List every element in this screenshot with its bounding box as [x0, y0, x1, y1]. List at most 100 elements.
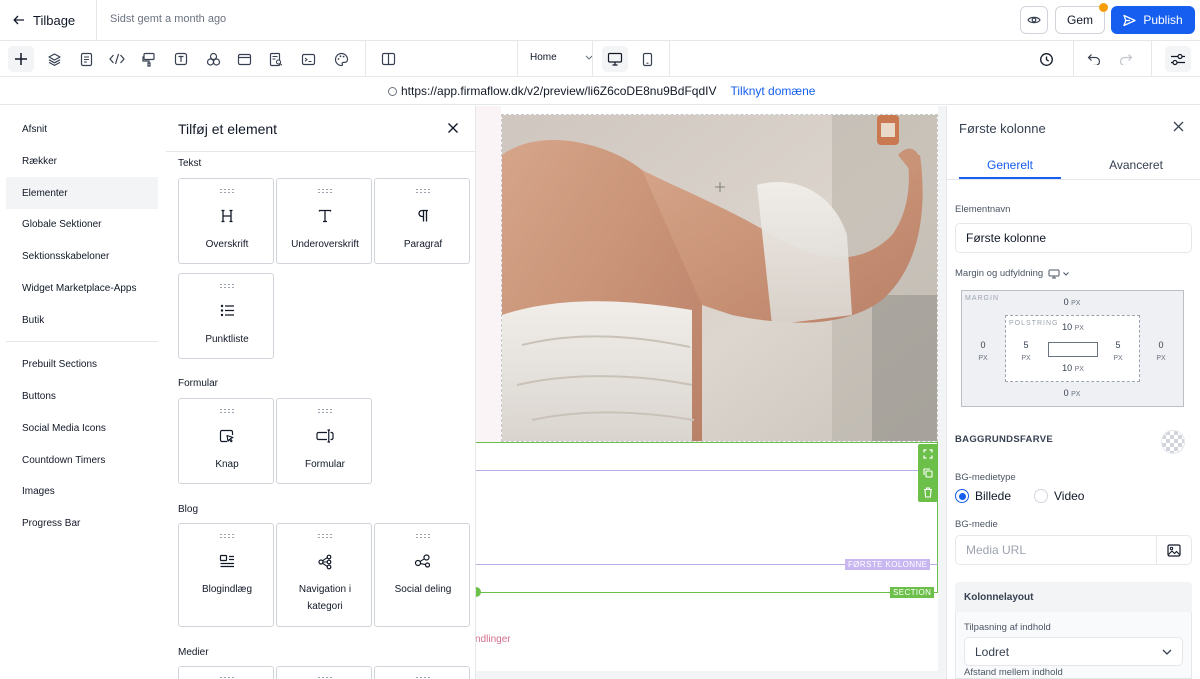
toolbar-divider [1073, 41, 1074, 77]
padding-top-value[interactable]: 10 PX [1056, 322, 1090, 332]
nav-item-countdown-timers[interactable]: Countdown Timers [6, 444, 158, 476]
nav-item-section-templates[interactable]: Sektionsskabeloner [6, 240, 158, 272]
preview-url[interactable]: https://app.firmaflow.dk/v2/preview/li6Z… [401, 84, 717, 98]
search-page-icon[interactable] [263, 46, 289, 72]
nav-item-progress-bar[interactable]: Progress Bar [6, 507, 158, 539]
card-label: Punktliste [205, 334, 249, 345]
history-icon[interactable] [1033, 46, 1059, 72]
add-element-button[interactable] [8, 46, 34, 72]
palette-icon[interactable] [328, 46, 354, 72]
mobile-view-button[interactable] [634, 46, 660, 72]
drag-handle-icon [220, 189, 234, 193]
content-fit-value: Lodret [975, 644, 1010, 659]
duplicate-icon[interactable] [923, 467, 933, 478]
element-card-media[interactable] [374, 666, 470, 679]
padding-right-value[interactable]: 5 PX [1106, 339, 1130, 365]
nav-item-sections[interactable]: Afsnit [6, 113, 158, 145]
panel-header-divider [166, 151, 475, 152]
text-icon[interactable] [168, 46, 194, 72]
terminal-icon[interactable] [295, 46, 321, 72]
radio-image[interactable]: Billede [955, 489, 1011, 503]
layers-icon[interactable] [41, 46, 67, 72]
trash-icon[interactable] [923, 486, 933, 498]
nav-item-global-sections[interactable]: Globale Sektioner [6, 208, 158, 240]
tab-advanced[interactable]: Avanceret [1079, 158, 1193, 172]
card-label: Formular [304, 459, 345, 470]
share-icon [375, 554, 471, 569]
redo-icon[interactable] [1113, 46, 1139, 72]
page-select[interactable]: Home [530, 52, 593, 63]
drag-handle-icon [416, 189, 430, 193]
column-image[interactable] [501, 114, 938, 442]
publish-button[interactable]: Publish [1111, 6, 1195, 34]
undo-icon[interactable] [1081, 46, 1107, 72]
nav-item-elements[interactable]: Elementer [6, 177, 158, 209]
paint-icon[interactable] [136, 46, 162, 72]
margin-top-value[interactable]: 0 PX [1057, 297, 1087, 307]
shapes-icon[interactable] [200, 46, 226, 72]
media-url-input[interactable]: Media URL [955, 535, 1157, 565]
toolbar-divider [592, 41, 593, 77]
form-input-icon [277, 429, 373, 443]
radio-image-control[interactable] [955, 489, 969, 503]
radio-video[interactable]: Video [1034, 489, 1084, 503]
background-color-swatch[interactable] [1161, 430, 1185, 454]
nav-item-shop[interactable]: Butik [6, 304, 158, 336]
nav-item-widget-marketplace[interactable]: Widget Marketplace-Apps [6, 272, 158, 304]
padding-left-value[interactable]: 5 PX [1014, 339, 1038, 365]
settings-sliders-button[interactable] [1165, 46, 1191, 72]
device-select-icon[interactable] [1048, 269, 1070, 279]
drag-handle-icon [220, 534, 234, 538]
save-button[interactable]: Gem [1055, 6, 1105, 34]
back-button[interactable]: Tilbage [0, 0, 97, 40]
heading-icon [179, 209, 275, 223]
element-card-subheading[interactable]: Underoverskrift [276, 178, 372, 264]
radio-image-label: Billede [975, 489, 1012, 503]
split-view-icon[interactable] [375, 46, 401, 72]
left-navigation: Afsnit Rækker Elementer Globale Sektione… [0, 106, 166, 679]
margin-left-value[interactable]: 0 PX [971, 339, 995, 365]
nav-item-buttons[interactable]: Buttons [6, 380, 158, 412]
element-name-input[interactable]: Første kolonne [955, 223, 1192, 253]
nav-item-rows[interactable]: Rækker [6, 145, 158, 177]
element-card-media[interactable] [178, 666, 274, 679]
subheading-icon [277, 209, 373, 223]
element-card-category-navigation[interactable]: Navigation i kategori [276, 523, 372, 627]
section-tag: SECTION [890, 587, 935, 598]
close-icon[interactable] [1173, 121, 1184, 132]
move-icon[interactable] [923, 448, 933, 459]
nav-item-prebuilt-sections[interactable]: Prebuilt Sections [6, 348, 158, 380]
drag-handle-icon [318, 534, 332, 538]
element-card-button[interactable]: Knap [178, 398, 274, 484]
image-picker-button[interactable] [1157, 535, 1192, 565]
code-icon[interactable] [104, 46, 130, 72]
padding-bottom-value[interactable]: 10 PX [1056, 363, 1090, 373]
image-icon [1167, 543, 1181, 557]
margin-right-value[interactable]: 0 PX [1149, 339, 1173, 365]
tab-general[interactable]: Generelt [959, 158, 1061, 172]
layout-icon[interactable] [231, 46, 257, 72]
desktop-view-button[interactable] [602, 46, 628, 72]
element-card-form[interactable]: Formular [276, 398, 372, 484]
element-card-paragraph[interactable]: Paragraf [374, 178, 470, 264]
chevron-down-icon [1162, 649, 1172, 655]
nav-item-social-media-icons[interactable]: Social Media Icons [6, 412, 158, 444]
element-card-media[interactable] [276, 666, 372, 679]
drag-handle-icon [220, 409, 234, 413]
margin-bottom-value[interactable]: 0 PX [1057, 388, 1087, 398]
element-card-blog-post[interactable]: Blogindlæg [178, 523, 274, 627]
close-icon[interactable] [447, 122, 459, 134]
element-card-heading[interactable]: Overskrift [178, 178, 274, 264]
radio-video-control[interactable] [1034, 489, 1048, 503]
blog-post-icon [179, 554, 275, 568]
content-fit-select[interactable]: Lodret [964, 637, 1183, 666]
url-display: https://app.firmaflow.dk/v2/preview/li6Z… [388, 84, 815, 98]
nav-item-images[interactable]: Images [6, 475, 158, 507]
pages-icon[interactable] [73, 46, 99, 72]
element-name-label: Elementnavn [955, 204, 1011, 215]
element-card-bullet-list[interactable]: Punktliste [178, 273, 274, 359]
element-card-social-share[interactable]: Social deling [374, 523, 470, 627]
column-outline[interactable] [475, 470, 938, 565]
preview-button[interactable] [1020, 6, 1048, 34]
connect-domain-link[interactable]: Tilknyt domæne [731, 84, 816, 98]
